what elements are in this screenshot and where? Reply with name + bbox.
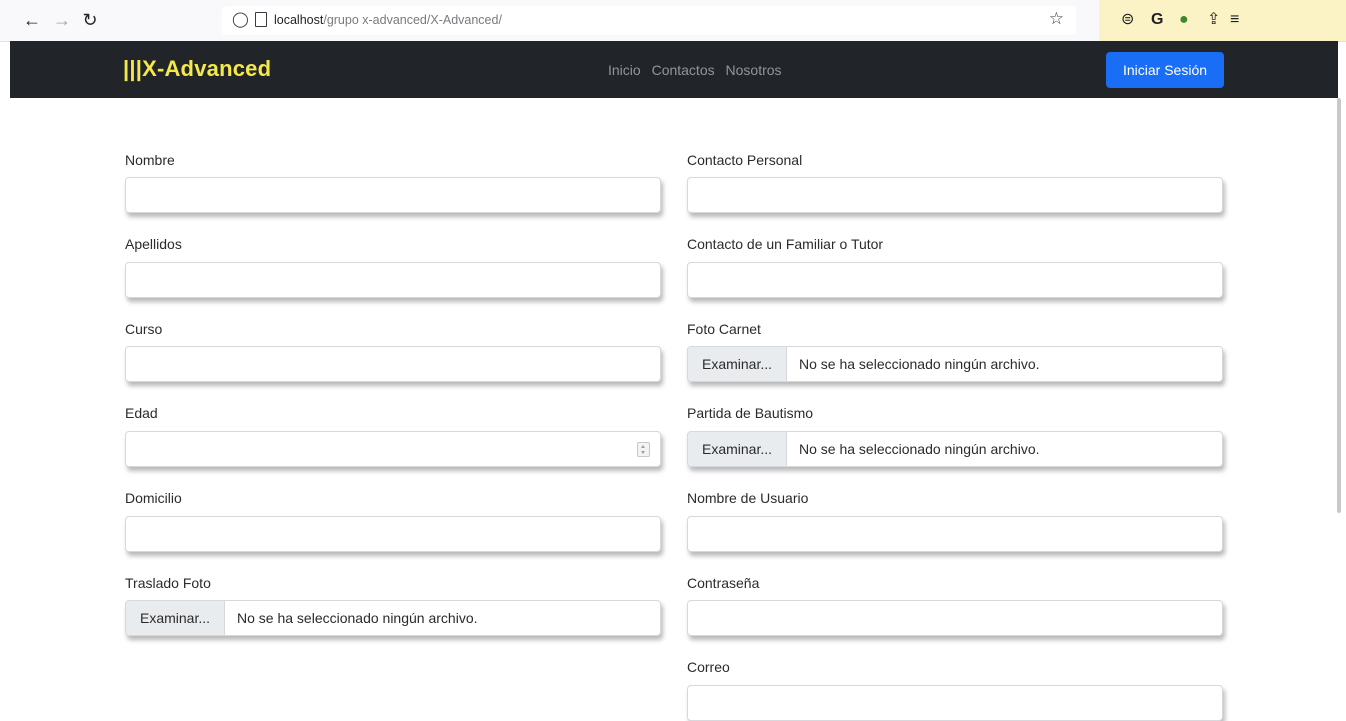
traslado-foto-label: Traslado Foto (125, 575, 211, 591)
toolbar-extensions-area: ⊜ G ● ⇪ ≡ (1099, 0, 1346, 41)
partida-bautismo-label: Partida de Bautismo (687, 405, 814, 421)
contrasena-label: Contraseña (687, 575, 760, 591)
browse-button[interactable]: Examinar... (688, 347, 787, 381)
back-arrow-icon[interactable]: ← (21, 9, 43, 31)
nav-links: Inicio Contactos Nosotros (608, 62, 789, 78)
page-scrollbar[interactable] (1337, 98, 1341, 513)
menu-icon[interactable]: ≡ (1230, 9, 1239, 31)
file-status-text: No se ha seleccionado ningún archivo. (799, 356, 1040, 372)
url-host: localhost (274, 13, 324, 27)
domicilio-label: Domicilio (125, 490, 182, 506)
share-icon[interactable]: ⇪ (1207, 9, 1220, 31)
nombre-usuario-input[interactable] (687, 516, 1223, 552)
browse-button[interactable]: Examinar... (126, 601, 225, 635)
browse-button[interactable]: Examinar... (688, 432, 787, 466)
apellidos-input[interactable] (125, 262, 661, 298)
edad-label: Edad (125, 405, 158, 421)
nombre-usuario-label: Nombre de Usuario (687, 490, 809, 506)
login-button[interactable]: Iniciar Sesión (1106, 52, 1224, 88)
page-info-icon[interactable] (255, 12, 267, 27)
extension-leaf-icon[interactable]: ● (1179, 9, 1189, 31)
correo-input[interactable] (687, 685, 1223, 721)
url-path: /grupo x-advanced/X-Advanced/ (323, 13, 502, 27)
correo-label: Correo (687, 659, 730, 675)
foto-carnet-label: Foto Carnet (687, 321, 761, 337)
url-text: localhost/grupo x-advanced/X-Advanced/ (274, 13, 502, 27)
address-bar[interactable]: ◯ localhost/grupo x-advanced/X-Advanced/… (222, 6, 1076, 35)
pocket-icon[interactable]: ⊜ (1121, 9, 1134, 31)
edad-input[interactable] (125, 431, 661, 467)
curso-label: Curso (125, 321, 163, 337)
traslado-foto-file-input[interactable]: Examinar... No se ha seleccionado ningún… (125, 600, 661, 636)
curso-input[interactable] (125, 346, 661, 382)
browser-toolbar: ← → ↻ ◯ localhost/grupo x-advanced/X-Adv… (0, 0, 1346, 42)
file-status-text: No se ha seleccionado ningún archivo. (237, 610, 478, 626)
apellidos-label: Apellidos (125, 236, 182, 252)
partida-bautismo-file-input[interactable]: Examinar... No se ha seleccionado ningún… (687, 431, 1223, 467)
contrasena-input[interactable] (687, 600, 1223, 636)
tracking-protection-icon[interactable]: ◯ (232, 10, 249, 28)
number-spinner-icon[interactable] (637, 442, 650, 457)
extension-g-icon[interactable]: G (1151, 9, 1163, 31)
contacto-familiar-label: Contacto de un Familiar o Tutor (687, 236, 884, 252)
reload-icon[interactable]: ↻ (79, 9, 101, 31)
brand-logo[interactable]: |||X-Advanced (123, 56, 271, 82)
nombre-input[interactable] (125, 177, 661, 213)
contacto-personal-input[interactable] (687, 177, 1223, 213)
contacto-familiar-input[interactable] (687, 262, 1223, 298)
foto-carnet-file-input[interactable]: Examinar... No se ha seleccionado ningún… (687, 346, 1223, 382)
site-navbar: |||X-Advanced Inicio Contactos Nosotros … (10, 41, 1338, 98)
nav-link-contactos[interactable]: Contactos (652, 62, 715, 78)
domicilio-input[interactable] (125, 516, 661, 552)
forward-arrow-icon[interactable]: → (51, 9, 73, 31)
nav-link-inicio[interactable]: Inicio (608, 62, 641, 78)
file-status-text: No se ha seleccionado ningún archivo. (799, 441, 1040, 457)
contacto-personal-label: Contacto Personal (687, 152, 803, 168)
nombre-label: Nombre (125, 152, 175, 168)
bookmark-star-icon[interactable]: ☆ (1049, 9, 1064, 29)
nav-link-nosotros[interactable]: Nosotros (726, 62, 782, 78)
